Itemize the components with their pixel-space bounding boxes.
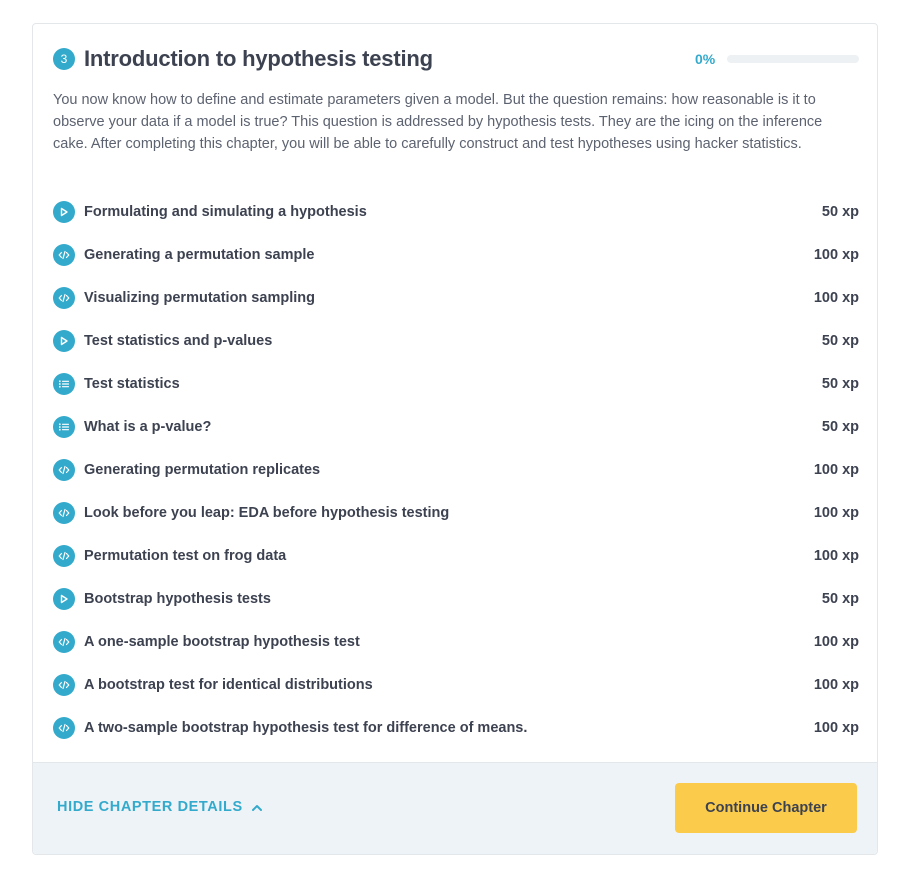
code-icon	[53, 243, 75, 266]
chevron-up-icon	[251, 799, 262, 815]
code-icon	[53, 716, 75, 739]
exercise-title: Bootstrap hypothesis tests	[84, 590, 271, 607]
exercise-xp: 50 xp	[821, 203, 859, 220]
exercise-title: Generating permutation replicates	[84, 461, 321, 478]
exercise-title: A one-sample bootstrap hypothesis test	[84, 633, 360, 650]
progress-percent: 0%	[695, 51, 716, 67]
chapter-number-badge: 3	[53, 48, 75, 70]
hide-chapter-details-link[interactable]: HIDE CHAPTER DETAILS	[57, 799, 262, 815]
exercise-xp: 100 xp	[813, 676, 859, 693]
hide-chapter-details-label: HIDE CHAPTER DETAILS	[57, 799, 243, 815]
exercise-item[interactable]: A bootstrap test for identical distribut…	[53, 663, 859, 706]
chapter-footer: HIDE CHAPTER DETAILS Continue Chapter	[33, 762, 877, 854]
exercise-title: A bootstrap test for identical distribut…	[84, 676, 373, 693]
exercise-item[interactable]: Permutation test on frog data 100 xp	[53, 534, 859, 577]
continue-chapter-button[interactable]: Continue Chapter	[675, 783, 857, 833]
exercise-item[interactable]: Look before you leap: EDA before hypothe…	[53, 491, 859, 534]
exercise-xp: 50 xp	[821, 590, 859, 607]
exercise-xp: 100 xp	[813, 633, 859, 650]
exercise-title: A two-sample bootstrap hypothesis test f…	[84, 719, 528, 736]
exercise-title: Test statistics and p-values	[84, 332, 273, 349]
exercise-title: What is a p-value?	[84, 418, 212, 435]
video-play-icon	[53, 329, 75, 352]
exercise-xp: 50 xp	[821, 375, 859, 392]
video-play-icon	[53, 200, 75, 223]
exercise-title: Look before you leap: EDA before hypothe…	[84, 504, 450, 521]
exercise-xp: 100 xp	[813, 289, 859, 306]
exercise-xp: 100 xp	[813, 246, 859, 263]
exercise-item[interactable]: Generating a permutation sample 100 xp	[53, 233, 859, 276]
exercise-item[interactable]: A two-sample bootstrap hypothesis test f…	[53, 706, 859, 749]
code-icon	[53, 673, 75, 696]
chapter-header: 3 Introduction to hypothesis testing 0%	[53, 44, 859, 74]
exercise-item[interactable]: Formulating and simulating a hypothesis 5…	[53, 190, 859, 233]
exercise-item[interactable]: What is a p-value? 50 xp	[53, 405, 859, 448]
exercise-item[interactable]: Generating permutation replicates 100 xp	[53, 448, 859, 491]
exercise-xp: 50 xp	[821, 418, 859, 435]
chapter-description: You now know how to define and estimate …	[53, 92, 823, 152]
exercise-xp: 100 xp	[813, 547, 859, 564]
code-icon	[53, 544, 75, 567]
code-icon	[53, 501, 75, 524]
exercise-xp: 50 xp	[821, 332, 859, 349]
exercise-item[interactable]: Visualizing permutation sampling 100 xp	[53, 276, 859, 319]
code-icon	[53, 630, 75, 653]
code-icon	[53, 458, 75, 481]
video-play-icon	[53, 587, 75, 610]
exercise-item[interactable]: Test statistics 50 xp	[53, 362, 859, 405]
chapter-title: Introduction to hypothesis testing	[84, 46, 433, 71]
exercise-title: Generating a permutation sample	[84, 246, 315, 263]
exercise-item[interactable]: A one-sample bootstrap hypothesis test 10…	[53, 620, 859, 663]
exercise-xp: 100 xp	[813, 504, 859, 521]
exercise-xp: 100 xp	[813, 461, 859, 478]
exercise-title: Visualizing permutation sampling	[84, 289, 315, 306]
multiple-choice-icon	[53, 372, 75, 395]
exercise-title: Permutation test on frog data	[84, 547, 287, 564]
code-icon	[53, 286, 75, 309]
exercise-title: Test statistics	[84, 375, 180, 392]
chapter-card: 3 Introduction to hypothesis testing 0% …	[32, 23, 878, 855]
progress-bar	[727, 55, 859, 63]
exercise-xp: 100 xp	[813, 719, 859, 736]
exercise-item[interactable]: Test statistics and p-values 50 xp	[53, 319, 859, 362]
multiple-choice-icon	[53, 415, 75, 438]
exercise-item[interactable]: Bootstrap hypothesis tests 50 xp	[53, 577, 859, 620]
exercise-list: Formulating and simulating a hypothesis 5…	[53, 190, 859, 749]
exercise-title: Formulating and simulating a hypothesis	[84, 203, 367, 220]
